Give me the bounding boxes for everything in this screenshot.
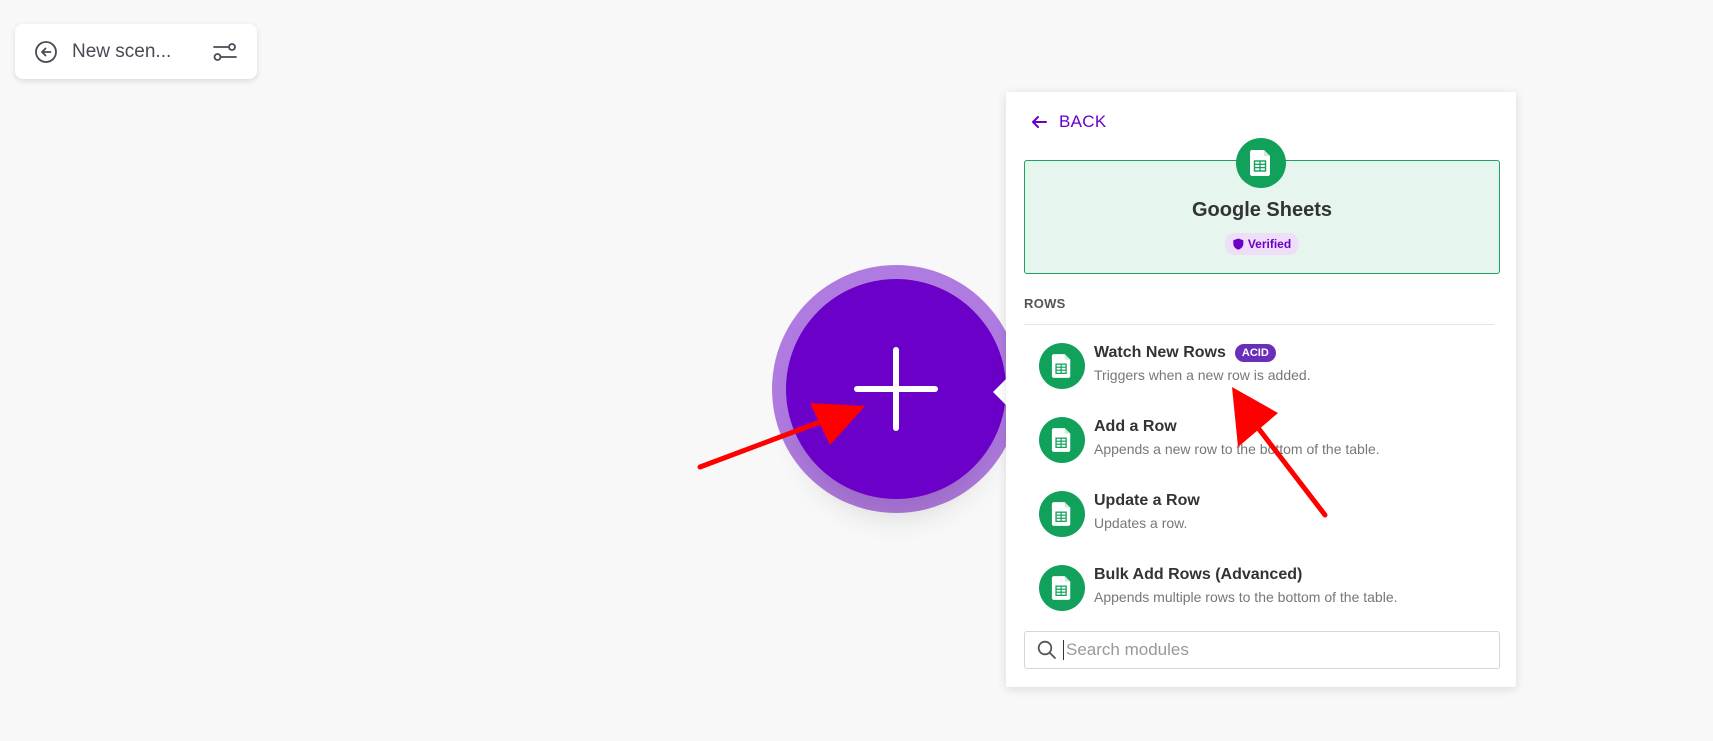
module-description: Appends multiple rows to the bottom of t… [1094,589,1398,605]
module-description: Appends a new row to the bottom of the t… [1094,441,1380,457]
section-divider [1024,324,1494,325]
google-sheets-icon [1039,565,1085,611]
module-update-a-row[interactable]: Update a Row Updates a row. [1031,483,1501,543]
module-watch-new-rows[interactable]: Watch New Rows ACID Triggers when a new … [1031,335,1501,395]
google-sheets-icon [1039,417,1085,463]
module-name-text: Bulk Add Rows (Advanced) [1094,566,1303,583]
back-label: BACK [1059,112,1107,131]
scenario-title[interactable]: New scen... [72,41,211,63]
module-name: Add a Row [1094,418,1177,436]
verified-label: Verified [1247,237,1292,251]
app-name: Google Sheets [1191,199,1333,221]
google-sheets-icon [1039,343,1085,389]
add-module-button[interactable] [786,279,1006,499]
module-add-a-row[interactable]: Add a Row Appends a new row to the botto… [1031,409,1501,469]
search-box[interactable] [1024,631,1500,669]
search-input[interactable] [1064,639,1488,661]
arrow-circle-left-icon [35,40,57,63]
module-description: Triggers when a new row is added. [1094,367,1311,383]
back-button[interactable]: BACK [1031,112,1107,132]
plus-icon [893,347,899,431]
scenario-header: New scen... [15,24,257,79]
scenario-canvas[interactable]: New scen... BACK Google Sheets Verified … [0,0,1713,741]
back-to-scenarios-button[interactable] [33,39,59,65]
verified-badge: Verified [1224,233,1300,255]
sliders-icon [213,42,237,61]
module-name-text: Update a Row [1094,492,1200,509]
section-title-rows: ROWS [1024,296,1066,311]
google-sheets-icon [1039,491,1085,537]
module-name-text: Add a Row [1094,418,1177,435]
google-sheets-icon [1236,138,1286,188]
module-name: Update a Row [1094,492,1200,510]
module-name-text: Watch New Rows [1094,344,1226,361]
module-picker-panel: BACK Google Sheets Verified ROWS Watch N… [1006,92,1516,687]
module-description: Updates a row. [1094,515,1188,531]
panel-pointer [993,378,1007,406]
module-bulk-add-rows[interactable]: Bulk Add Rows (Advanced) Appends multipl… [1031,557,1501,617]
search-icon [1037,640,1056,659]
arrow-left-icon [1032,116,1047,128]
module-name: Watch New Rows ACID [1094,344,1276,362]
module-name: Bulk Add Rows (Advanced) [1094,566,1302,584]
scenario-settings-button[interactable] [211,38,239,66]
shield-icon [1233,238,1244,250]
acid-badge: ACID [1234,344,1276,362]
